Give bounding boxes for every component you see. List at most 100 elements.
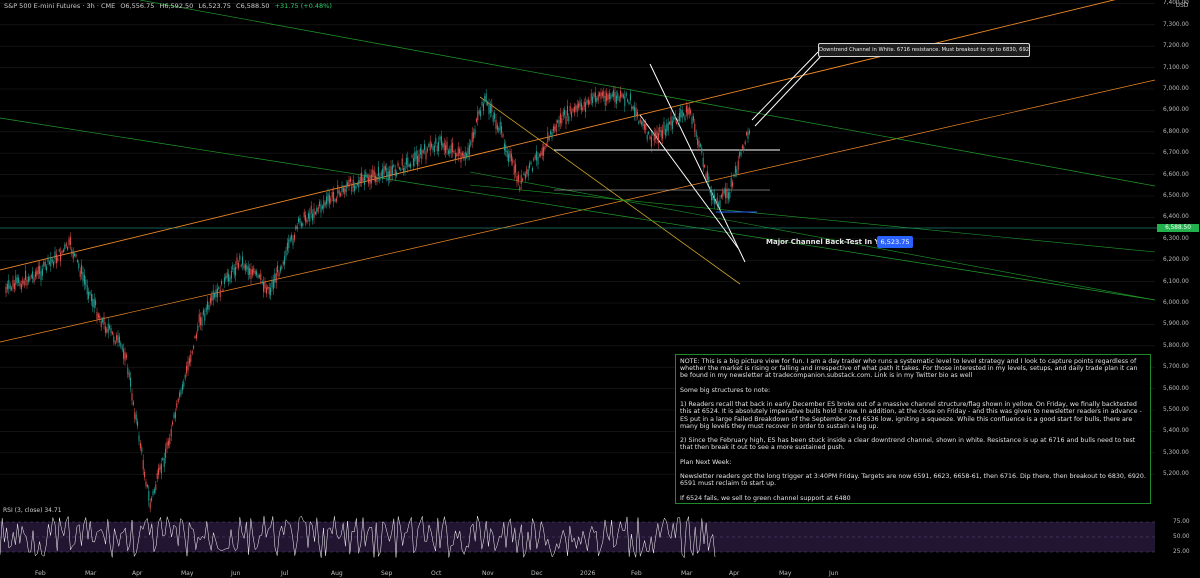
candle-body (191, 351, 193, 354)
candle-body (589, 101, 591, 104)
candle-body (258, 274, 260, 278)
candle-body (319, 201, 321, 207)
candle-body (449, 149, 451, 155)
candle-body (590, 93, 592, 101)
candle-body (545, 143, 547, 147)
candle-body (723, 189, 725, 194)
candle-body (508, 154, 510, 162)
candle-body (358, 179, 360, 188)
candle-body (23, 280, 25, 286)
candle-body (660, 130, 662, 137)
candle-body (340, 193, 342, 196)
candle-body (552, 126, 554, 132)
candle-body (267, 286, 269, 289)
candle-body (509, 150, 511, 158)
candle-body (130, 377, 132, 387)
candle-body (579, 100, 581, 107)
candle-body (152, 491, 154, 495)
downtrend-callout[interactable]: Downtrend Channel in White. 6716 resista… (818, 43, 1030, 57)
candle-body (452, 142, 454, 152)
chart-window[interactable]: S&P 500 E-mini Futures · 3h · CME O6,556… (0, 0, 1200, 578)
candle-body (352, 179, 354, 188)
candle-body (396, 171, 398, 176)
candle-body (747, 131, 749, 139)
candle-body (264, 281, 266, 289)
candle-body (744, 141, 746, 145)
note-paragraph: If 6524 fails, we sell to green channel … (680, 494, 851, 502)
candle-body (541, 148, 543, 156)
candle-body (29, 277, 31, 281)
time-tick-label: Apr (729, 570, 740, 577)
note-textbox[interactable]: NOTE: This is a big picture view for fun… (675, 354, 1151, 504)
time-tick-label: Nov (482, 570, 494, 577)
candle-body (519, 186, 521, 191)
candle-body (13, 283, 15, 290)
back-test-price-badge[interactable]: 6,523.75 (877, 236, 913, 248)
candle-body (97, 314, 99, 318)
candle-body (421, 149, 423, 159)
candle-body (223, 277, 225, 284)
candle-body (481, 101, 483, 106)
candle-body (516, 176, 518, 183)
candle-body (48, 261, 50, 265)
trendline (751, 51, 819, 121)
candle-body (166, 441, 168, 449)
candle-body (585, 102, 587, 113)
candle-body (618, 97, 620, 101)
candle-body (142, 460, 144, 470)
candle-body (410, 163, 412, 168)
note-paragraph: Plan Next Week: (680, 458, 732, 466)
candle-body (629, 93, 631, 101)
candle-body (348, 179, 350, 187)
candle-body (639, 119, 641, 123)
candle-body (418, 154, 420, 162)
symbol-title[interactable]: S&P 500 E-mini Futures · 3h · CME (4, 2, 115, 10)
candle-body (520, 175, 522, 184)
note-paragraph: Some big structures to note: (680, 386, 771, 394)
candle-body (277, 265, 279, 273)
candle-body (705, 173, 707, 178)
candle-body (492, 115, 494, 122)
candle-body (419, 147, 421, 155)
candle-body (249, 268, 251, 275)
candle-body (68, 239, 70, 245)
candle-body (95, 300, 97, 306)
candle-body (83, 274, 85, 285)
candle-body (425, 151, 427, 160)
candle-body (477, 111, 479, 121)
time-tick-label: Feb (35, 570, 46, 577)
ohlc-close: C6,588.50 (236, 2, 270, 10)
candle-body (114, 341, 116, 344)
candle-body (569, 106, 571, 112)
ohlc-high: H6,592.50 (159, 2, 194, 10)
candle-body (44, 261, 46, 267)
price-tick-label: 6,900.00 (1163, 107, 1189, 114)
candle-body (271, 280, 273, 288)
candle-body (604, 96, 606, 106)
candle-body (510, 153, 512, 162)
candle-body (482, 103, 484, 111)
candle-body (586, 100, 588, 104)
candle-body (496, 125, 498, 130)
candle-body (89, 291, 91, 295)
candle-body (275, 273, 277, 283)
rsi-legend[interactable]: RSI (3, close) 34.71 (3, 507, 62, 514)
candle-body (380, 172, 382, 176)
candle-body (607, 94, 609, 101)
candle-body (327, 193, 329, 202)
candle-body (636, 111, 638, 117)
candle-body (155, 484, 157, 491)
candle-body (139, 443, 141, 449)
candle-body (649, 136, 651, 139)
candle-body (543, 146, 545, 156)
candle-body (663, 121, 665, 130)
candle-body (429, 141, 431, 151)
candle-body (306, 219, 308, 223)
candle-body (288, 239, 290, 248)
candle-body (342, 187, 344, 192)
candle-body (669, 122, 671, 124)
candle-body (8, 279, 10, 289)
candle-body (272, 280, 274, 290)
candle-body (320, 204, 322, 213)
candle-body (460, 152, 462, 163)
